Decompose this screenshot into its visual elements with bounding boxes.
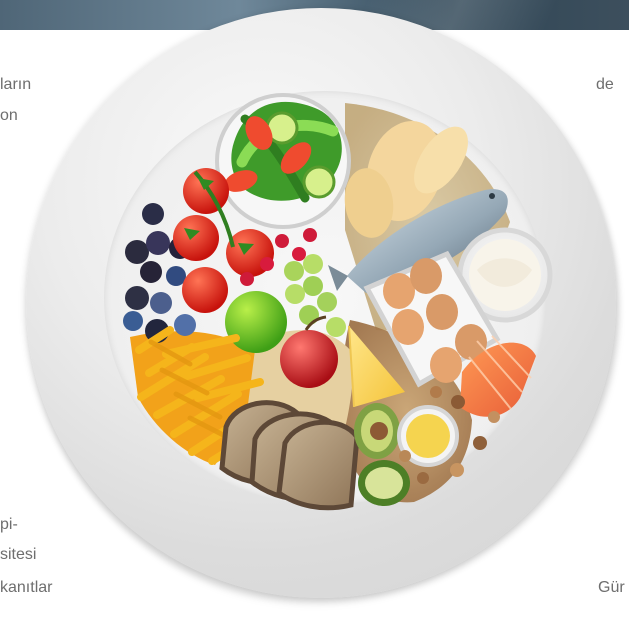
article-screenshot: ların on de pi- sitesi kanıtlar Gür bbox=[0, 0, 629, 620]
salad-bowl bbox=[215, 93, 351, 229]
food-illustration bbox=[123, 93, 553, 511]
